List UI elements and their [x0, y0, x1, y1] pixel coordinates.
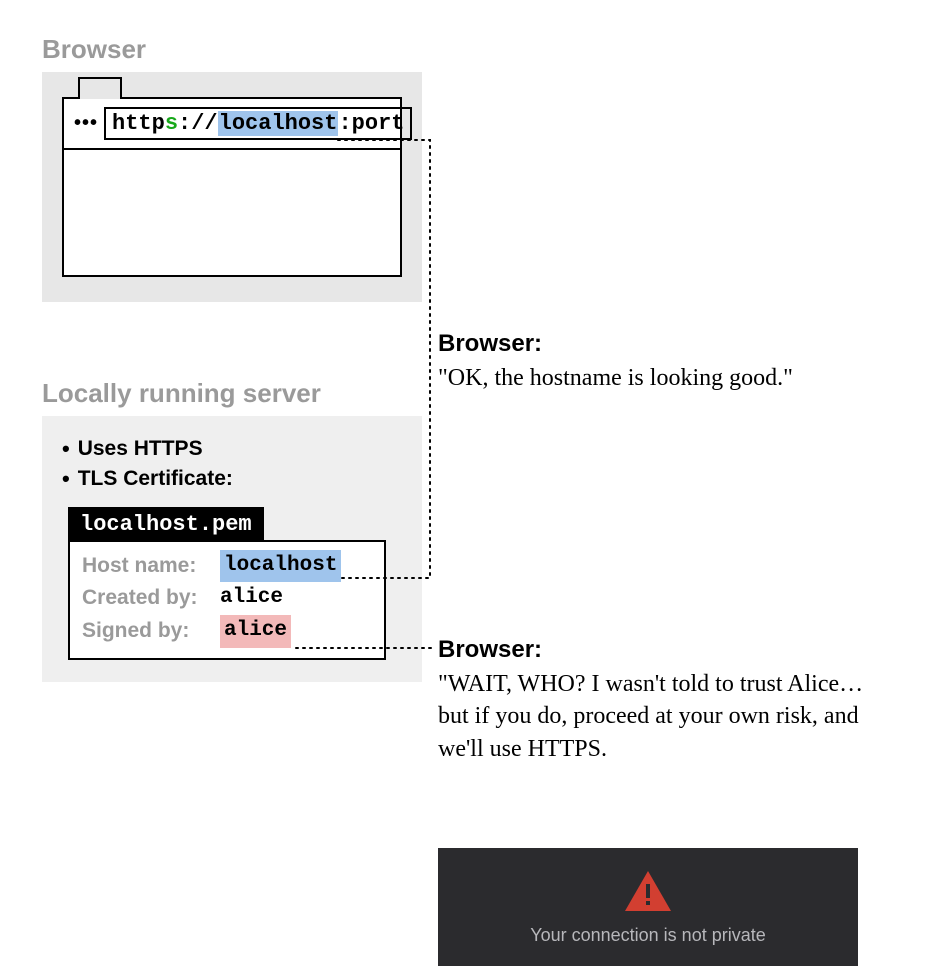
url-colon: : [338, 111, 351, 136]
cert-signed-label: Signed by: [82, 615, 212, 648]
browser-panel: ••• https://localhost:port [42, 72, 422, 302]
annotation-2-text: "WAIT, WHO? I wasn't told to trust Alice… [438, 668, 898, 765]
pem-filename-chip: localhost.pem [68, 507, 264, 542]
cert-signed-value: alice [220, 615, 291, 648]
annotation-signer-warning: Browser: "WAIT, WHO? I wasn't told to tr… [438, 636, 898, 765]
address-bar[interactable]: https://localhost:port [104, 107, 412, 140]
url-port: port [352, 111, 405, 136]
annotation-1-text: "OK, the hostname is looking good." [438, 362, 898, 394]
server-bullet-1: TLS Certificate: [78, 464, 233, 494]
annotation-2-heading: Browser: [438, 636, 898, 664]
browser-window: ••• https://localhost:port [62, 97, 402, 277]
url-s: s [165, 111, 178, 136]
section-title-server: Locally running server [42, 378, 321, 409]
browser-menu-dots-icon: ••• [74, 112, 98, 135]
url-sep: :// [178, 111, 218, 136]
cert-hostname-value: localhost [220, 550, 341, 583]
server-bullet-0: Uses HTTPS [78, 434, 203, 464]
connection-not-private-text: Your connection is not private [530, 925, 766, 946]
url-host: localhost [218, 111, 339, 136]
cert-created-label: Created by: [82, 582, 212, 615]
server-panel: •Uses HTTPS •TLS Certificate: localhost.… [42, 416, 422, 682]
cert-hostname-label: Host name: [82, 550, 212, 583]
server-bullets: •Uses HTTPS •TLS Certificate: [62, 434, 402, 495]
cert-created-value: alice [220, 582, 283, 615]
section-title-browser: Browser [42, 34, 146, 65]
warning-triangle-icon [623, 869, 673, 913]
annotation-hostname-ok: Browser: "OK, the hostname is looking go… [438, 330, 898, 394]
certificate-box: Host name: localhost Created by: alice S… [68, 540, 386, 660]
annotation-1-heading: Browser: [438, 330, 898, 358]
connection-not-private-banner: Your connection is not private [438, 848, 858, 966]
url-http: http [112, 111, 165, 136]
address-bar-row: ••• https://localhost:port [64, 99, 400, 140]
toolbar-divider [64, 148, 400, 150]
browser-tab [78, 77, 122, 99]
